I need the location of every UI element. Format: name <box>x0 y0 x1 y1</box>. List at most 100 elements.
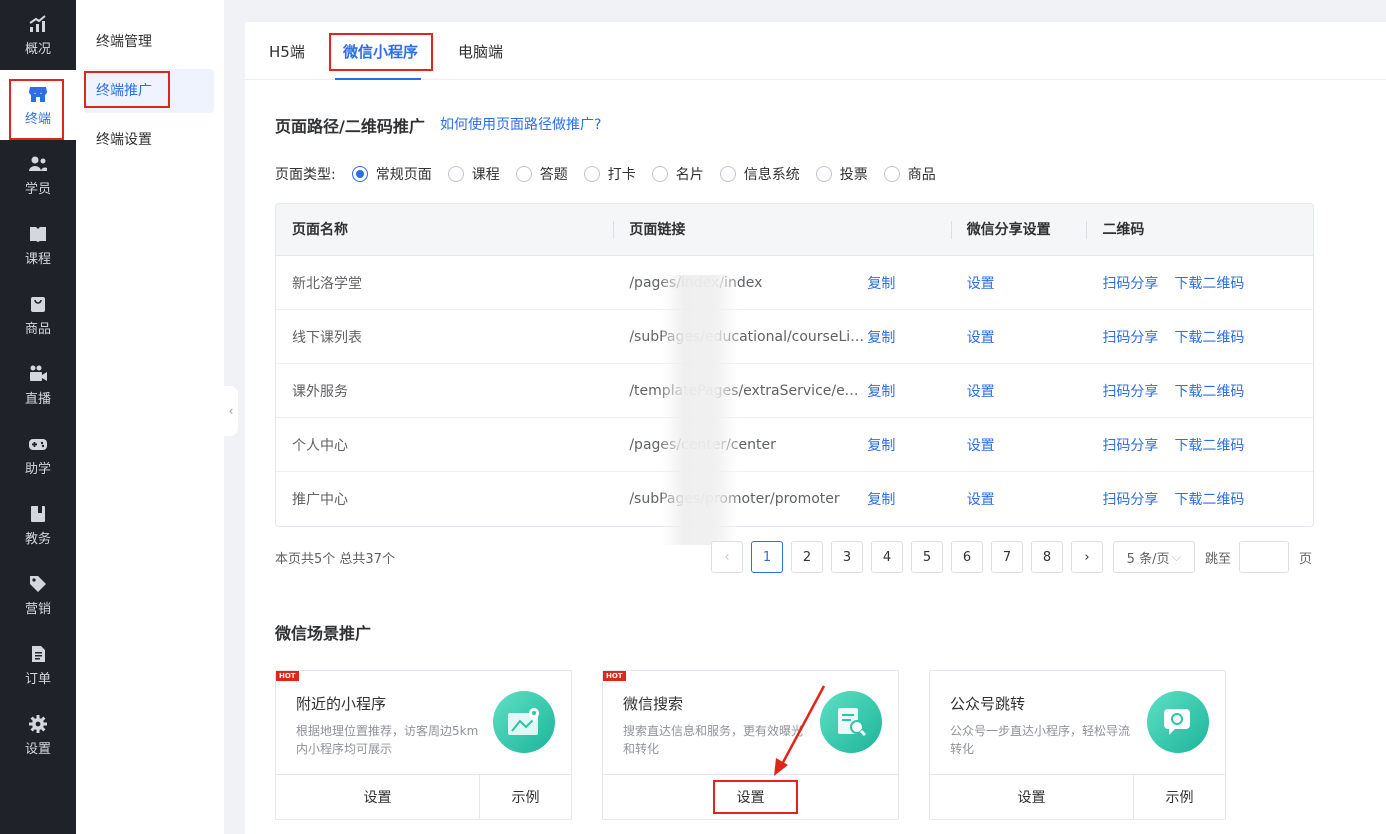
card-footer: 设置 示例 <box>276 774 571 819</box>
page-number-button[interactable]: 8 <box>1031 541 1063 573</box>
nav-label: 终端 <box>24 111 51 127</box>
chevron-left-icon: ‹ <box>228 404 234 418</box>
filter-label: 页面类型: <box>275 167 336 183</box>
share-setting-link[interactable]: 设置 <box>951 435 1087 455</box>
copy-link-button[interactable]: 复制 <box>867 381 895 401</box>
tab-h5[interactable]: H5端 <box>269 22 305 80</box>
page-number-button[interactable]: 6 <box>951 541 983 573</box>
page-number-button[interactable]: 4 <box>871 541 903 573</box>
card-setting-button[interactable]: 设置 <box>930 775 1133 819</box>
nav-item-orders[interactable]: 订单 <box>0 630 76 700</box>
tab-pc[interactable]: 电脑端 <box>458 22 503 80</box>
nav-item-goods[interactable]: 商品 <box>0 280 76 350</box>
page-number-button[interactable]: 7 <box>991 541 1023 573</box>
nav-item-live[interactable]: 直播 <box>0 350 76 420</box>
nav-item-settings[interactable]: 设置 <box>0 700 76 770</box>
scan-share-link[interactable]: 扫码分享 <box>1102 276 1158 292</box>
nav-item-students[interactable]: 学员 <box>0 140 76 210</box>
share-setting-link[interactable]: 设置 <box>951 327 1087 347</box>
copy-link-button[interactable]: 复制 <box>867 435 895 455</box>
jump-label: 跳至 <box>1205 551 1232 567</box>
section-title-scene: 微信场景推广 <box>275 624 372 643</box>
scan-share-link[interactable]: 扫码分享 <box>1102 438 1158 454</box>
help-link[interactable]: 如何使用页面路径做推广? <box>440 114 601 134</box>
scan-share-link[interactable]: 扫码分享 <box>1102 384 1158 400</box>
download-qrcode-link[interactable]: 下载二维码 <box>1174 276 1244 292</box>
page-jump-input[interactable] <box>1239 541 1290 573</box>
radio-vote[interactable]: 投票 <box>815 164 868 184</box>
page-number-button[interactable]: 5 <box>911 541 943 573</box>
radio-card[interactable]: 名片 <box>651 164 704 184</box>
radio-circle <box>651 166 668 182</box>
radio-checkin[interactable]: 打卡 <box>583 164 636 184</box>
radio-quiz[interactable]: 答题 <box>515 164 568 184</box>
qrcode-actions: 扫码分享 下载二维码 <box>1086 489 1313 509</box>
share-setting-link[interactable]: 设置 <box>951 381 1087 401</box>
radio-label: 打卡 <box>607 167 636 183</box>
scan-share-link[interactable]: 扫码分享 <box>1102 492 1158 508</box>
prev-page-button[interactable]: ‹ <box>711 541 743 573</box>
nav-item-marketing[interactable]: 营销 <box>0 560 76 630</box>
download-qrcode-link[interactable]: 下载二维码 <box>1174 438 1244 454</box>
share-setting-link[interactable]: 设置 <box>951 489 1087 509</box>
sub-item-terminal-settings[interactable]: 终端设置 <box>84 118 214 162</box>
radio-label: 答题 <box>539 167 568 183</box>
card-description: 根据地理位置推荐，访客周边5km内小程序均可展示 <box>296 724 479 756</box>
nav-item-terminal[interactable]: 终端 <box>0 70 76 140</box>
copy-link-button[interactable]: 复制 <box>867 273 895 293</box>
radio-course[interactable]: 课程 <box>447 164 500 184</box>
bag-icon <box>31 296 45 312</box>
download-qrcode-link[interactable]: 下载二维码 <box>1174 384 1244 400</box>
main-panel: H5端 微信小程序 电脑端 页面路径/二维码推广 如何使用页面路径做推广? 页面… <box>245 22 1386 834</box>
chevron-down-icon: ⌵ <box>1171 549 1182 565</box>
tab-wechat-miniprogram[interactable]: 微信小程序 <box>343 22 418 80</box>
tab-bar: H5端 微信小程序 电脑端 <box>245 22 1386 80</box>
download-qrcode-link[interactable]: 下载二维码 <box>1174 330 1244 346</box>
radio-circle <box>815 166 832 182</box>
page-size-select[interactable]: 5 条/页 ⌵ <box>1113 541 1195 573</box>
table-row: 个人中心/pages/center/center复制设置扫码分享下载二维码 <box>276 418 1313 472</box>
radio-regular-page[interactable]: 常规页面 <box>351 164 432 184</box>
radio-label: 信息系统 <box>743 167 800 183</box>
notebook-icon <box>31 505 45 522</box>
radio-info-system[interactable]: 信息系统 <box>719 164 800 184</box>
redaction-blur <box>662 275 738 545</box>
qrcode-actions: 扫码分享 下载二维码 <box>1086 435 1313 455</box>
card-setting-button[interactable]: 设置 <box>603 775 898 819</box>
chart-trend-icon <box>29 14 46 32</box>
sub-item-terminal-manage[interactable]: 终端管理 <box>84 20 214 64</box>
scan-share-link[interactable]: 扫码分享 <box>1102 330 1158 346</box>
sub-item-terminal-promote[interactable]: 终端推广 <box>84 69 214 113</box>
card-example-button[interactable]: 示例 <box>1133 775 1225 819</box>
share-setting-link[interactable]: 设置 <box>951 273 1087 293</box>
nav-label: 订单 <box>24 671 51 687</box>
nav-item-academic[interactable]: 教务 <box>0 490 76 560</box>
page-number-button[interactable]: 3 <box>831 541 863 573</box>
page-number-button[interactable]: 2 <box>791 541 823 573</box>
page-name: 课外服务 <box>292 383 348 400</box>
copy-link-button[interactable]: 复制 <box>867 489 895 509</box>
collapse-sidebar-button[interactable]: ‹ <box>224 386 238 436</box>
radio-goods[interactable]: 商品 <box>883 164 936 184</box>
radio-circle <box>583 166 600 182</box>
page-number-button[interactable]: 1 <box>751 541 783 573</box>
card-example-button[interactable]: 示例 <box>479 775 571 819</box>
copy-link-button[interactable]: 复制 <box>867 327 895 347</box>
card-title: 公众号跳转 <box>950 695 1026 713</box>
document-icon <box>32 645 45 662</box>
nav-item-courses[interactable]: 课程 <box>0 210 76 280</box>
nav-item-overview[interactable]: 概况 <box>0 0 76 70</box>
tab-active-indicator <box>335 78 421 80</box>
card-footer: 设置 <box>603 774 898 819</box>
nav-item-assist[interactable]: 助学 <box>0 420 76 490</box>
page-jump: 跳至 页 <box>1205 541 1312 573</box>
download-qrcode-link[interactable]: 下载二维码 <box>1174 492 1244 508</box>
card-footer: 设置 示例 <box>930 774 1225 819</box>
chevron-right-icon: › <box>1084 549 1090 565</box>
radio-label: 商品 <box>907 167 936 183</box>
hot-badge: HOT <box>276 671 299 681</box>
next-page-button[interactable]: › <box>1071 541 1103 573</box>
radio-circle <box>515 166 532 182</box>
page-name: 新北洛学堂 <box>292 275 362 292</box>
card-setting-button[interactable]: 设置 <box>276 775 479 819</box>
